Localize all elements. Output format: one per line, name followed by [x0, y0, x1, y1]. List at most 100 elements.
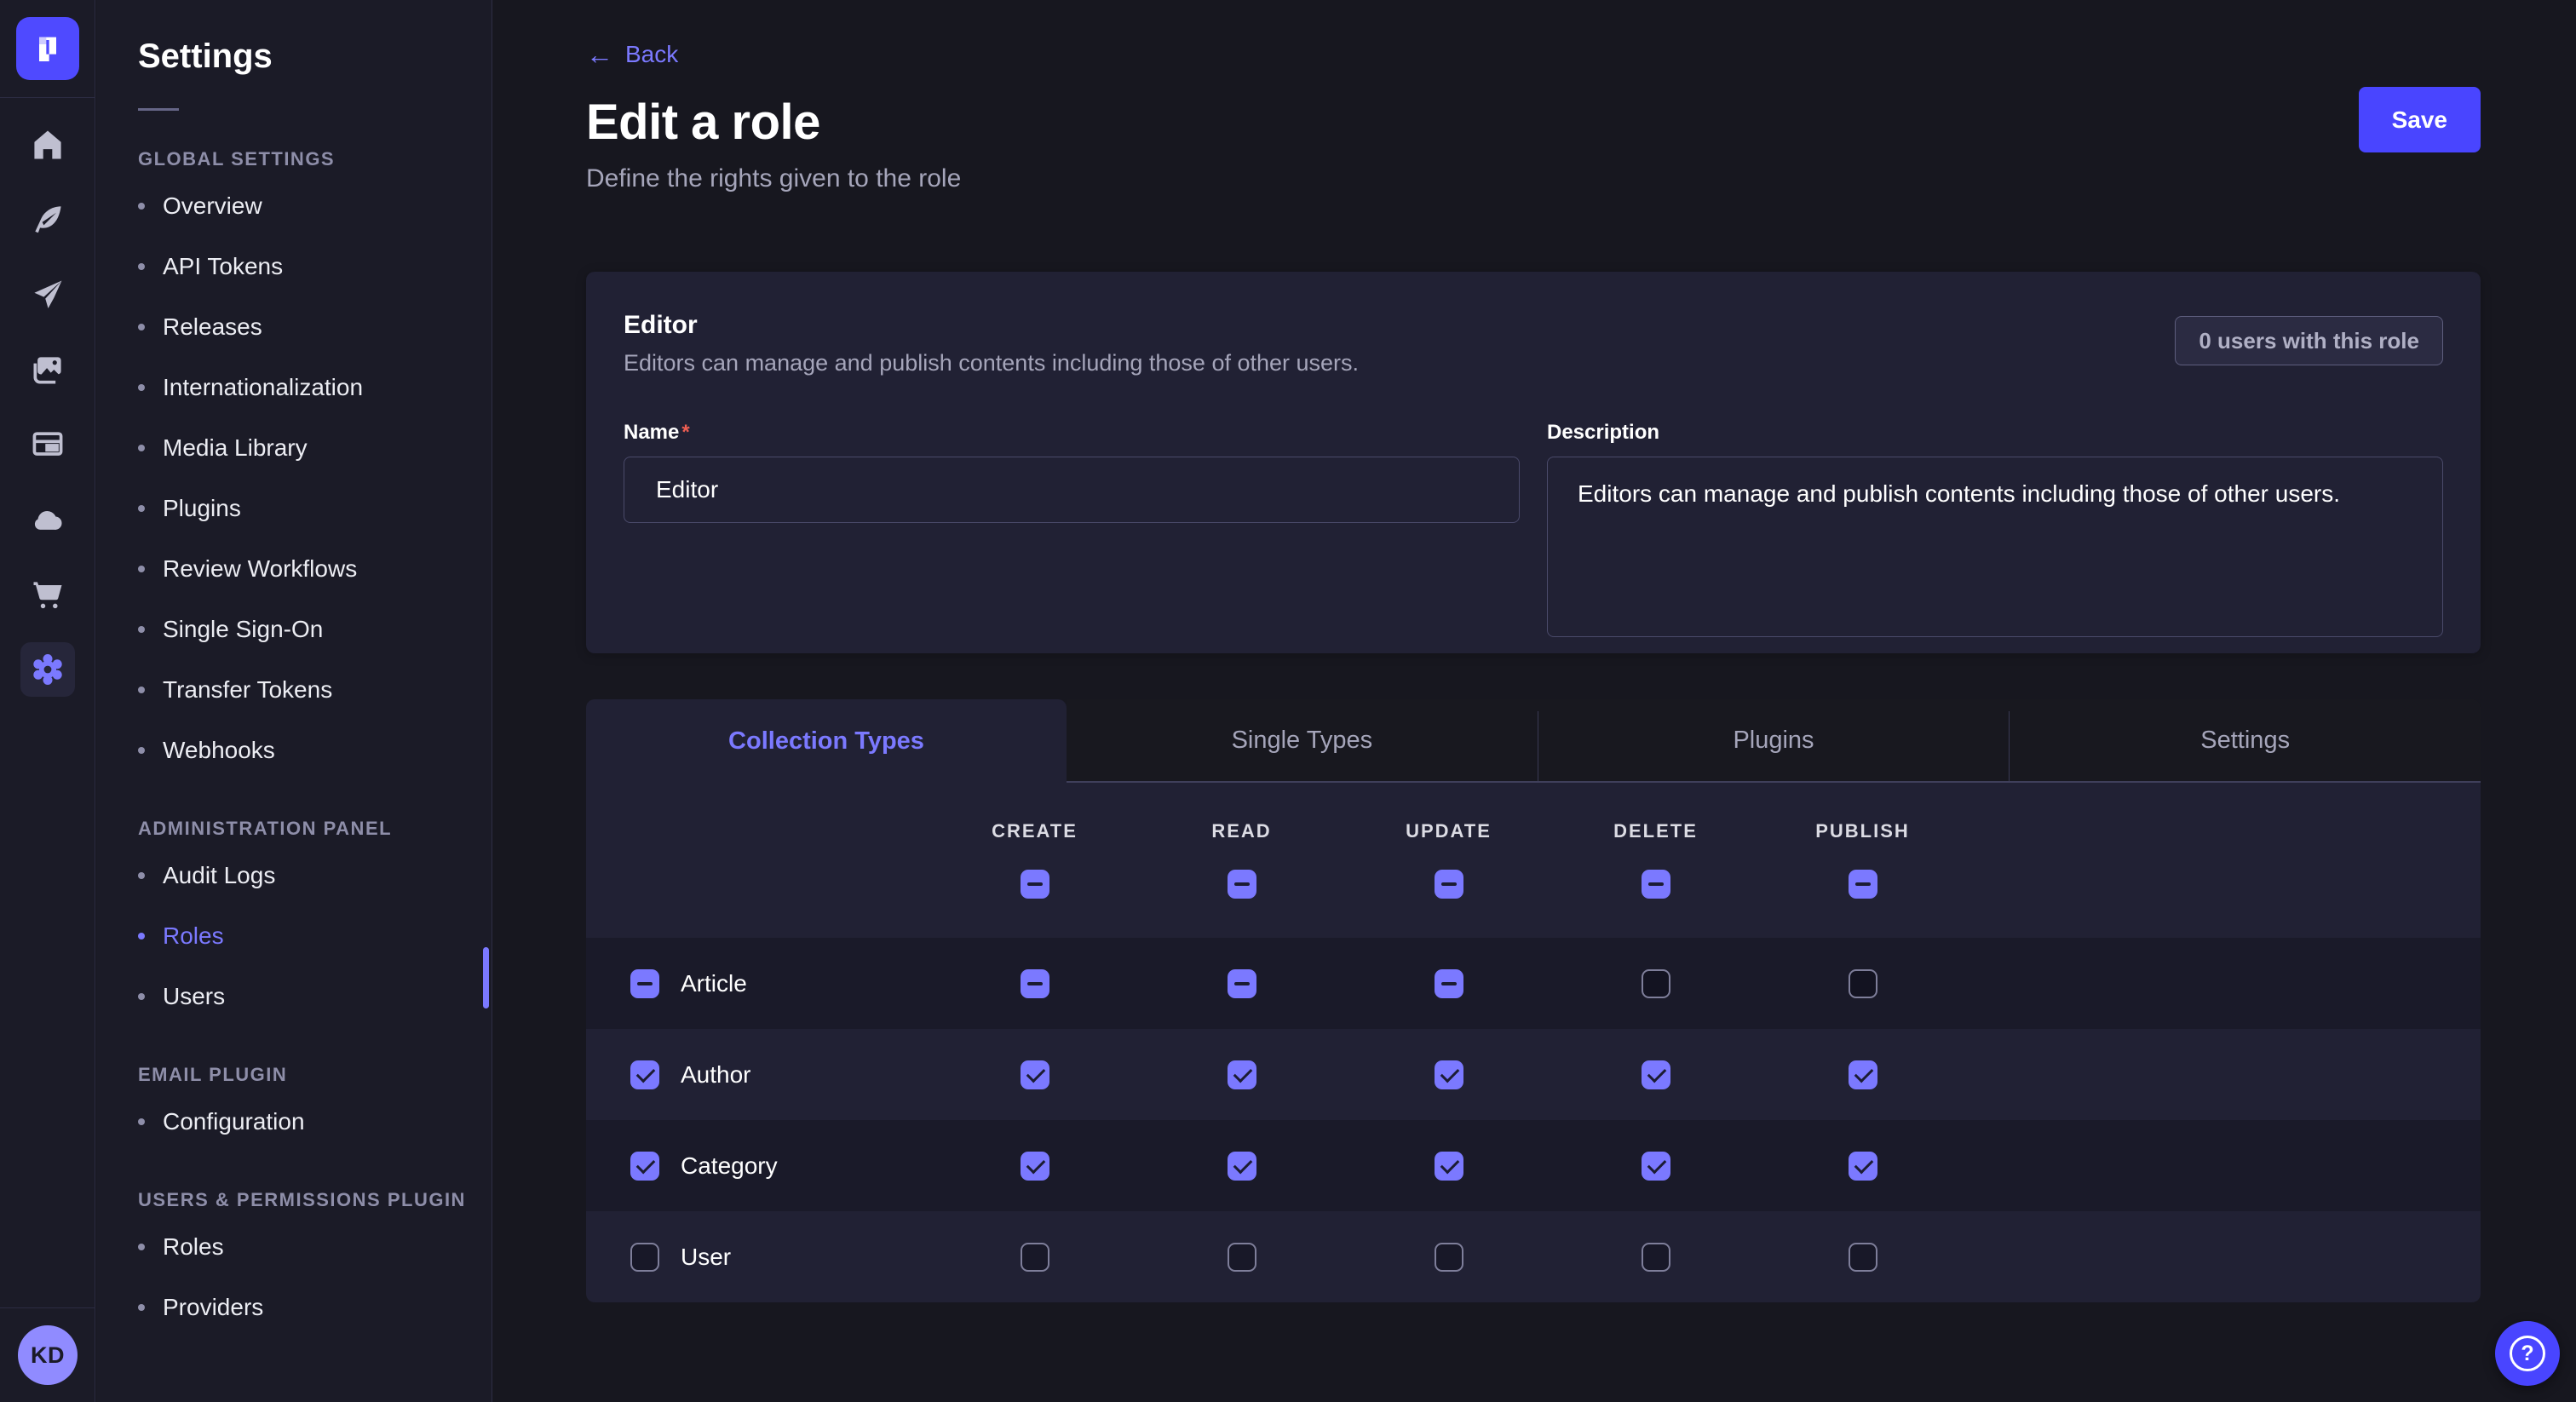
administration-panel-list: Audit Logs Roles Users [138, 845, 492, 1026]
user-create-checkbox[interactable] [1021, 1243, 1049, 1272]
sidebar-item-audit-logs[interactable]: Audit Logs [138, 845, 492, 905]
user-row-checkbox[interactable] [630, 1243, 659, 1272]
sidebar-item-single-sign-on[interactable]: Single Sign-On [138, 599, 492, 659]
user-avatar[interactable]: KD [18, 1325, 78, 1385]
sidebar-item-overview[interactable]: Overview [138, 175, 492, 236]
sidebar-item-internationalization[interactable]: Internationalization [138, 357, 492, 417]
table-row-category[interactable]: Category [586, 1120, 2481, 1211]
paper-plane-icon[interactable] [0, 257, 95, 332]
cell-delete [1552, 1060, 1759, 1089]
select-all-read-checkbox[interactable] [1228, 870, 1256, 899]
cell-update [1345, 969, 1552, 998]
save-button[interactable]: Save [2359, 87, 2481, 152]
sidebar-item-review-workflows[interactable]: Review Workflows [138, 538, 492, 599]
settings-gear-icon[interactable] [0, 632, 95, 707]
description-textarea[interactable]: Editors can manage and publish contents … [1547, 457, 2443, 637]
bullet-icon [138, 993, 145, 1000]
cell-read [1138, 1243, 1345, 1272]
tab-plugins[interactable]: Plugins [1538, 699, 2010, 781]
bullet-icon [138, 203, 145, 210]
description-field-label: Description [1547, 421, 2443, 445]
strapi-mark [31, 32, 65, 66]
tab-settings[interactable]: Settings [2010, 699, 2481, 781]
user-update-checkbox[interactable] [1435, 1243, 1463, 1272]
article-delete-checkbox[interactable] [1642, 969, 1670, 998]
author-update-checkbox[interactable] [1435, 1060, 1463, 1089]
sidebar-scrollbar-thumb[interactable] [483, 947, 489, 1008]
user-publish-checkbox[interactable] [1849, 1243, 1877, 1272]
tab-collection-types[interactable]: Collection Types [586, 699, 1067, 783]
sidebar-item-api-tokens[interactable]: API Tokens [138, 236, 492, 296]
author-row-checkbox[interactable] [630, 1060, 659, 1089]
article-create-checkbox[interactable] [1021, 969, 1049, 998]
sidebar-item-releases[interactable]: Releases [138, 296, 492, 357]
author-create-checkbox[interactable] [1021, 1060, 1049, 1089]
marketplace-cart-icon[interactable] [0, 557, 95, 632]
active-icon-background [20, 642, 75, 697]
layout-icon[interactable] [0, 407, 95, 482]
sidebar-item-label: Internationalization [163, 374, 363, 401]
category-read-checkbox[interactable] [1228, 1152, 1256, 1181]
section-administration-panel: ADMINISTRATION PANEL [138, 818, 492, 840]
category-delete-checkbox[interactable] [1642, 1152, 1670, 1181]
author-read-checkbox[interactable] [1228, 1060, 1256, 1089]
table-row-user[interactable]: User [586, 1211, 2481, 1302]
article-update-checkbox[interactable] [1435, 969, 1463, 998]
category-update-checkbox[interactable] [1435, 1152, 1463, 1181]
name-input[interactable] [624, 457, 1520, 523]
sidebar-item-label: Audit Logs [163, 862, 275, 889]
sidebar-item-label: API Tokens [163, 253, 283, 280]
strapi-logo-icon[interactable] [16, 17, 79, 80]
tab-single-types[interactable]: Single Types [1067, 699, 1538, 781]
sidebar-item-label: Roles [163, 922, 224, 950]
sidebar-item-configuration[interactable]: Configuration [138, 1091, 492, 1152]
article-read-checkbox[interactable] [1228, 969, 1256, 998]
sidebar-item-media-library[interactable]: Media Library [138, 417, 492, 478]
sidebar-item-webhooks[interactable]: Webhooks [138, 720, 492, 780]
main-content: ← Back Edit a role Define the rights giv… [492, 0, 2576, 1402]
sidebar-item-providers[interactable]: Providers [138, 1277, 492, 1337]
permissions-tabbar: Collection Types Single Types Plugins Se… [586, 699, 2481, 783]
select-all-update-checkbox[interactable] [1435, 870, 1463, 899]
sidebar-item-transfer-tokens[interactable]: Transfer Tokens [138, 659, 492, 720]
category-publish-checkbox[interactable] [1849, 1152, 1877, 1181]
table-row-article[interactable]: Article [586, 938, 2481, 1029]
back-arrow-icon: ← [586, 41, 613, 68]
users-with-role-badge: 0 users with this role [2175, 316, 2443, 365]
sidebar-item-users[interactable]: Users [138, 966, 492, 1026]
home-icon[interactable] [0, 107, 95, 182]
column-publish: PUBLISH [1759, 820, 1966, 899]
user-delete-checkbox[interactable] [1642, 1243, 1670, 1272]
select-all-create-checkbox[interactable] [1021, 870, 1049, 899]
feather-icon[interactable] [0, 182, 95, 257]
category-create-checkbox[interactable] [1021, 1152, 1049, 1181]
settings-sidebar: Settings GLOBAL SETTINGS Overview API To… [96, 0, 492, 1402]
cell-update [1345, 1243, 1552, 1272]
row-name-cell: Author [586, 1060, 931, 1089]
name-field-label: Name* [624, 421, 1520, 445]
select-all-delete-checkbox[interactable] [1642, 870, 1670, 899]
help-button[interactable]: ? [2495, 1321, 2560, 1386]
bullet-icon [138, 384, 145, 391]
sidebar-item-roles-active[interactable]: Roles [138, 905, 492, 966]
column-label: READ [1211, 820, 1271, 842]
article-publish-checkbox[interactable] [1849, 969, 1877, 998]
media-library-icon[interactable] [0, 332, 95, 407]
sidebar-item-plugins[interactable]: Plugins [138, 478, 492, 538]
user-read-checkbox[interactable] [1228, 1243, 1256, 1272]
cell-publish [1759, 1152, 1966, 1181]
category-row-checkbox[interactable] [630, 1152, 659, 1181]
bullet-icon [138, 263, 145, 270]
role-description-text: Editors can manage and publish contents … [624, 350, 2443, 376]
column-read: READ [1138, 820, 1345, 899]
author-delete-checkbox[interactable] [1642, 1060, 1670, 1089]
cloud-icon[interactable] [0, 482, 95, 557]
article-row-checkbox[interactable] [630, 969, 659, 998]
bullet-icon [138, 626, 145, 633]
sidebar-item-up-roles[interactable]: Roles [138, 1216, 492, 1277]
cell-update [1345, 1060, 1552, 1089]
select-all-publish-checkbox[interactable] [1849, 870, 1877, 899]
table-row-author[interactable]: Author [586, 1029, 2481, 1120]
back-link[interactable]: ← Back [586, 41, 678, 68]
author-publish-checkbox[interactable] [1849, 1060, 1877, 1089]
